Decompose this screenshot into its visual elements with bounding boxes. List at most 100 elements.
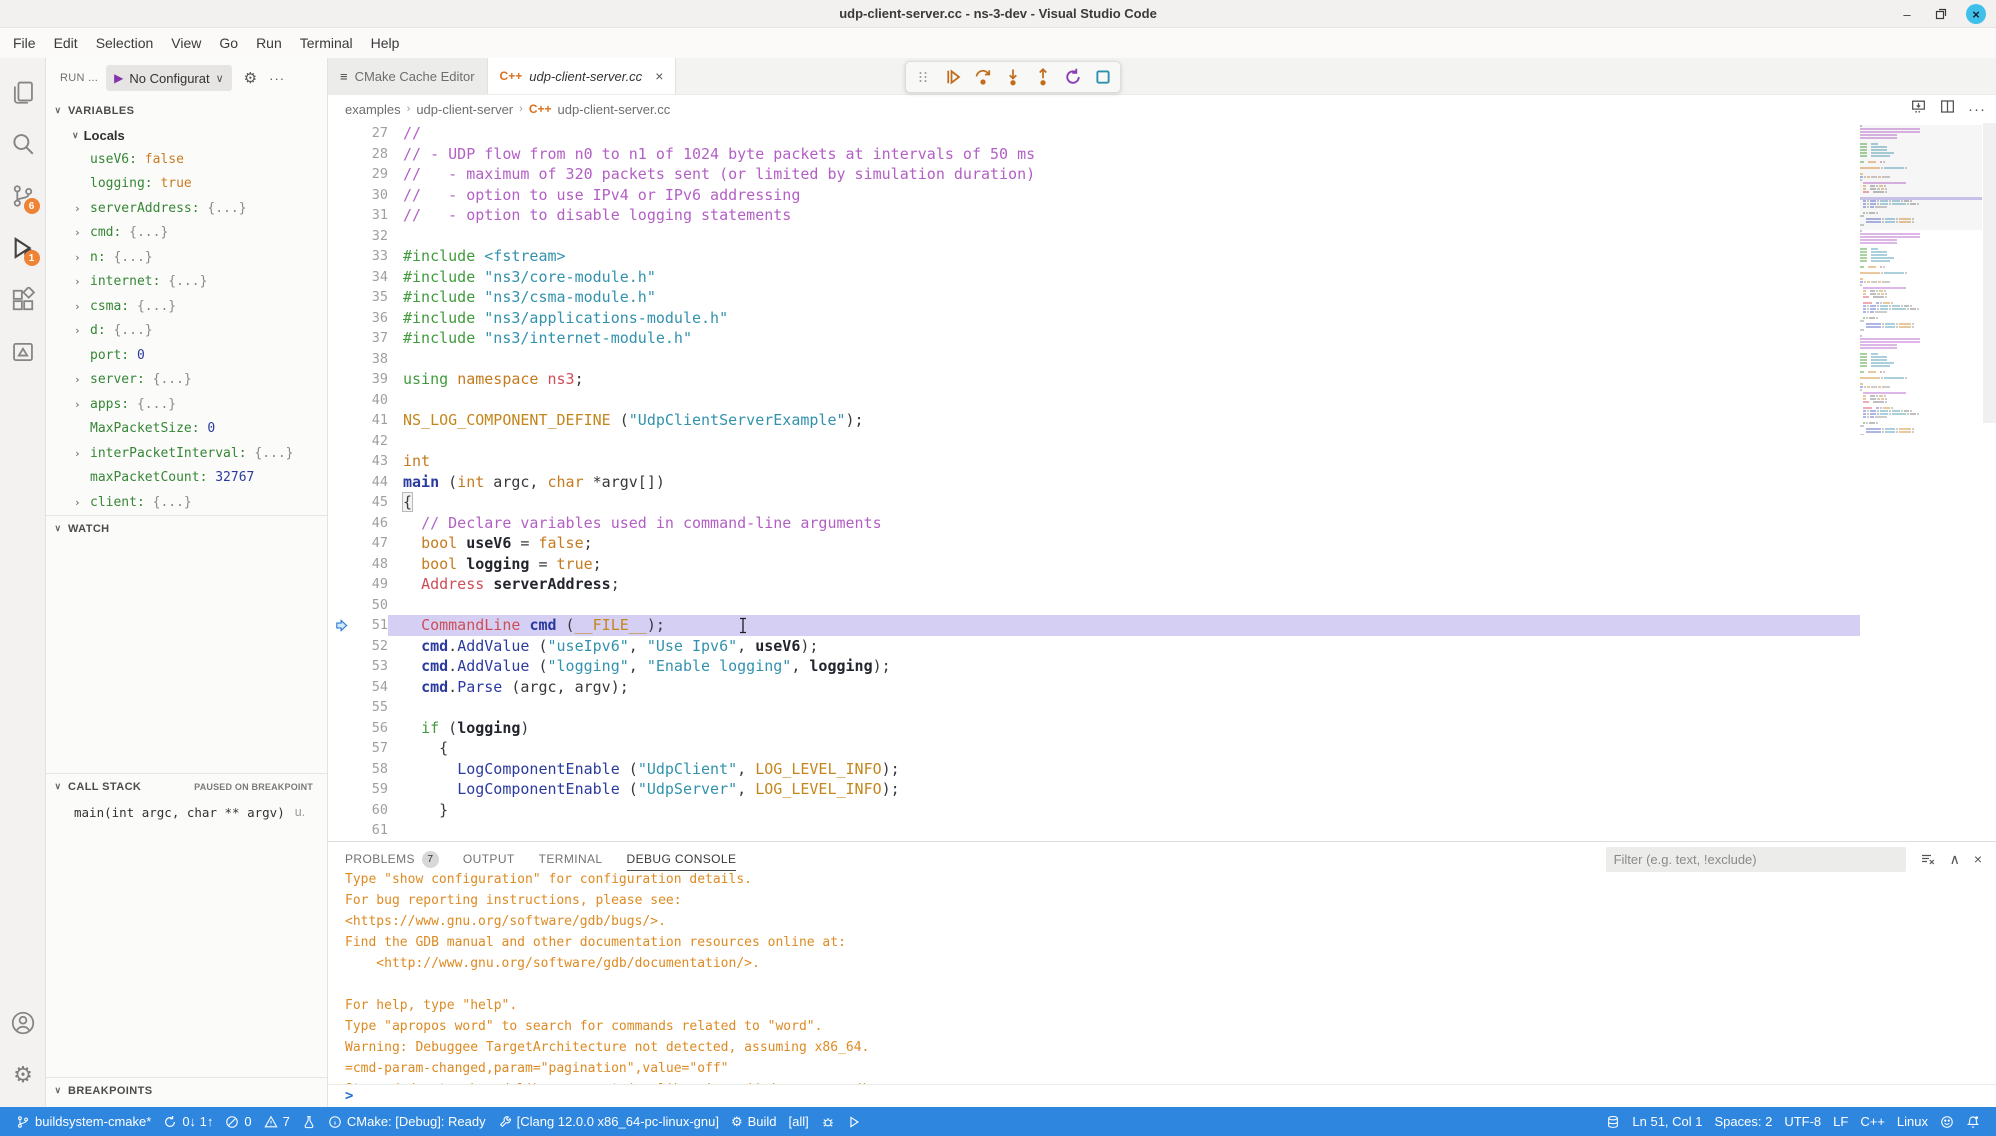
code-line[interactable]: 47 bool useV6 = false; xyxy=(328,533,1996,554)
code-line[interactable]: 37#include "ns3/internet-module.h" xyxy=(328,328,1996,349)
gutter-glyph[interactable] xyxy=(328,205,354,226)
status-item-play[interactable] xyxy=(841,1107,867,1136)
code-line[interactable]: 61 xyxy=(328,820,1996,841)
code-line[interactable]: 43int xyxy=(328,451,1996,472)
variable-row[interactable]: logging: true xyxy=(46,172,327,197)
gutter-glyph[interactable] xyxy=(328,697,354,718)
tab-cmake-cache-editor[interactable]: ≡CMake Cache Editor xyxy=(328,58,488,94)
step-out-button[interactable] xyxy=(1032,66,1054,88)
drag-handle[interactable] xyxy=(912,66,934,88)
breakpoints-header[interactable]: ∨ BREAKPOINTS xyxy=(46,1078,327,1103)
code-line[interactable]: 40 xyxy=(328,390,1996,411)
panel-tab-terminal[interactable]: TERMINAL xyxy=(539,842,603,876)
menu-item-help[interactable]: Help xyxy=(362,31,409,55)
breadcrumb-item[interactable]: udp-client-server.cc xyxy=(558,102,671,117)
code-line[interactable]: 28// - UDP flow from n0 to n1 of 1024 by… xyxy=(328,144,1996,165)
status-item-bug[interactable] xyxy=(815,1107,841,1136)
sidebar-item-cmake[interactable] xyxy=(0,326,46,378)
code-line[interactable]: 34#include "ns3/core-module.h" xyxy=(328,267,1996,288)
variable-row[interactable]: ›n: {...} xyxy=(46,245,327,270)
code-line[interactable]: 33#include <fstream> xyxy=(328,246,1996,267)
download-icon[interactable] xyxy=(1910,98,1927,120)
console-filter-input[interactable] xyxy=(1606,847,1906,872)
account-button[interactable] xyxy=(0,997,46,1049)
variable-row[interactable]: ›client: {...} xyxy=(46,490,327,515)
menu-item-selection[interactable]: Selection xyxy=(87,31,163,55)
gutter-glyph[interactable] xyxy=(328,574,354,595)
gutter-glyph[interactable] xyxy=(328,328,354,349)
menu-item-edit[interactable]: Edit xyxy=(45,31,87,55)
clear-console-icon[interactable] xyxy=(1920,851,1936,867)
status-item[interactable]: Spaces: 2 xyxy=(1709,1114,1779,1129)
code-line[interactable]: 58 LogComponentEnable ("UdpClient", LOG_… xyxy=(328,759,1996,780)
gutter-glyph[interactable] xyxy=(328,369,354,390)
gutter-glyph[interactable] xyxy=(328,226,354,247)
code-line[interactable]: 50 xyxy=(328,595,1996,616)
gutter-glyph[interactable] xyxy=(328,636,354,657)
code-line[interactable]: 27// xyxy=(328,123,1996,144)
code-line[interactable]: 35#include "ns3/csma-module.h" xyxy=(328,287,1996,308)
variable-row[interactable]: port: 0 xyxy=(46,343,327,368)
menu-item-terminal[interactable]: Terminal xyxy=(291,31,362,55)
gutter-glyph[interactable] xyxy=(328,431,354,452)
status-item[interactable]: UTF-8 xyxy=(1778,1114,1827,1129)
menu-item-run[interactable]: Run xyxy=(247,31,291,55)
code-line[interactable]: 52 cmd.AddValue ("useIpv6", "Use Ipv6", … xyxy=(328,636,1996,657)
gutter-glyph[interactable] xyxy=(328,349,354,370)
gutter-glyph[interactable] xyxy=(328,513,354,534)
status-item-flask[interactable] xyxy=(296,1107,322,1136)
gutter-glyph[interactable] xyxy=(328,595,354,616)
code-line[interactable]: 46 // Declare variables used in command-… xyxy=(328,513,1996,534)
debug-console-prompt[interactable]: > xyxy=(328,1084,1996,1107)
gutter-glyph[interactable] xyxy=(328,820,354,841)
close-button[interactable]: × xyxy=(1966,4,1986,24)
code-line[interactable]: 57 { xyxy=(328,738,1996,759)
variable-row[interactable]: ›apps: {...} xyxy=(46,392,327,417)
variable-row[interactable]: maxPacketCount: 32767 xyxy=(46,466,327,491)
menu-item-file[interactable]: File xyxy=(4,31,45,55)
gutter-glyph[interactable] xyxy=(328,677,354,698)
gutter-glyph[interactable] xyxy=(328,533,354,554)
maximize-button[interactable] xyxy=(1932,5,1950,23)
gutter-glyph[interactable] xyxy=(328,287,354,308)
variable-row[interactable]: MaxPacketSize: 0 xyxy=(46,417,327,442)
variable-row[interactable]: useV6: false xyxy=(46,147,327,172)
sidebar-item-explorer[interactable] xyxy=(0,66,46,118)
gutter-glyph[interactable] xyxy=(328,472,354,493)
variable-row[interactable]: ›interPacketInterval: {...} xyxy=(46,441,327,466)
gutter-glyph[interactable] xyxy=(328,451,354,472)
code-line[interactable]: 42 xyxy=(328,431,1996,452)
code-line[interactable]: 49 Address serverAddress; xyxy=(328,574,1996,595)
code-line[interactable]: 38 xyxy=(328,349,1996,370)
code-line[interactable]: 59 LogComponentEnable ("UdpServer", LOG_… xyxy=(328,779,1996,800)
breadcrumb-item[interactable]: examples xyxy=(345,102,401,117)
variable-row[interactable]: ›server: {...} xyxy=(46,368,327,393)
status-item[interactable]: LF xyxy=(1827,1114,1854,1129)
status-item-git-branch[interactable]: buildsystem-cmake* xyxy=(10,1107,157,1136)
code-line[interactable]: 32 xyxy=(328,226,1996,247)
variable-row[interactable]: ›cmd: {...} xyxy=(46,221,327,246)
tab-udp-client-server-cc[interactable]: C++udp-client-server.cc× xyxy=(488,58,677,94)
status-item-info[interactable]: CMake: [Debug]: Ready xyxy=(322,1107,492,1136)
status-item-error[interactable]: 0 xyxy=(219,1107,257,1136)
gutter-glyph[interactable] xyxy=(328,718,354,739)
vertical-scrollbar[interactable] xyxy=(1983,123,1996,423)
code-line[interactable]: 45{ xyxy=(328,492,1996,513)
maximize-panel-icon[interactable]: ∧ xyxy=(1950,851,1960,868)
split-editor-icon[interactable] xyxy=(1939,98,1956,120)
gutter-glyph[interactable] xyxy=(328,185,354,206)
status-item[interactable]: C++ xyxy=(1854,1114,1891,1129)
call-stack-header[interactable]: ∨ CALL STACK PAUSED ON BREAKPOINT xyxy=(46,774,327,799)
code-line[interactable]: 29// - maximum of 320 packets sent (or l… xyxy=(328,164,1996,185)
watch-header[interactable]: ∨ WATCH xyxy=(46,516,327,541)
gutter-glyph[interactable] xyxy=(328,800,354,821)
code-line[interactable]: 31// - option to disable logging stateme… xyxy=(328,205,1996,226)
gutter-glyph[interactable] xyxy=(328,164,354,185)
code-editor[interactable]: 27//28// - UDP flow from n0 to n1 of 102… xyxy=(328,123,1996,841)
status-item-warning[interactable]: 7 xyxy=(258,1107,296,1136)
close-panel-icon[interactable]: × xyxy=(1974,851,1982,867)
more-actions-icon[interactable]: ··· xyxy=(269,71,285,86)
minimap[interactable] xyxy=(1860,125,1982,435)
status-item[interactable]: [all] xyxy=(783,1107,815,1136)
gutter-glyph[interactable] xyxy=(328,779,354,800)
